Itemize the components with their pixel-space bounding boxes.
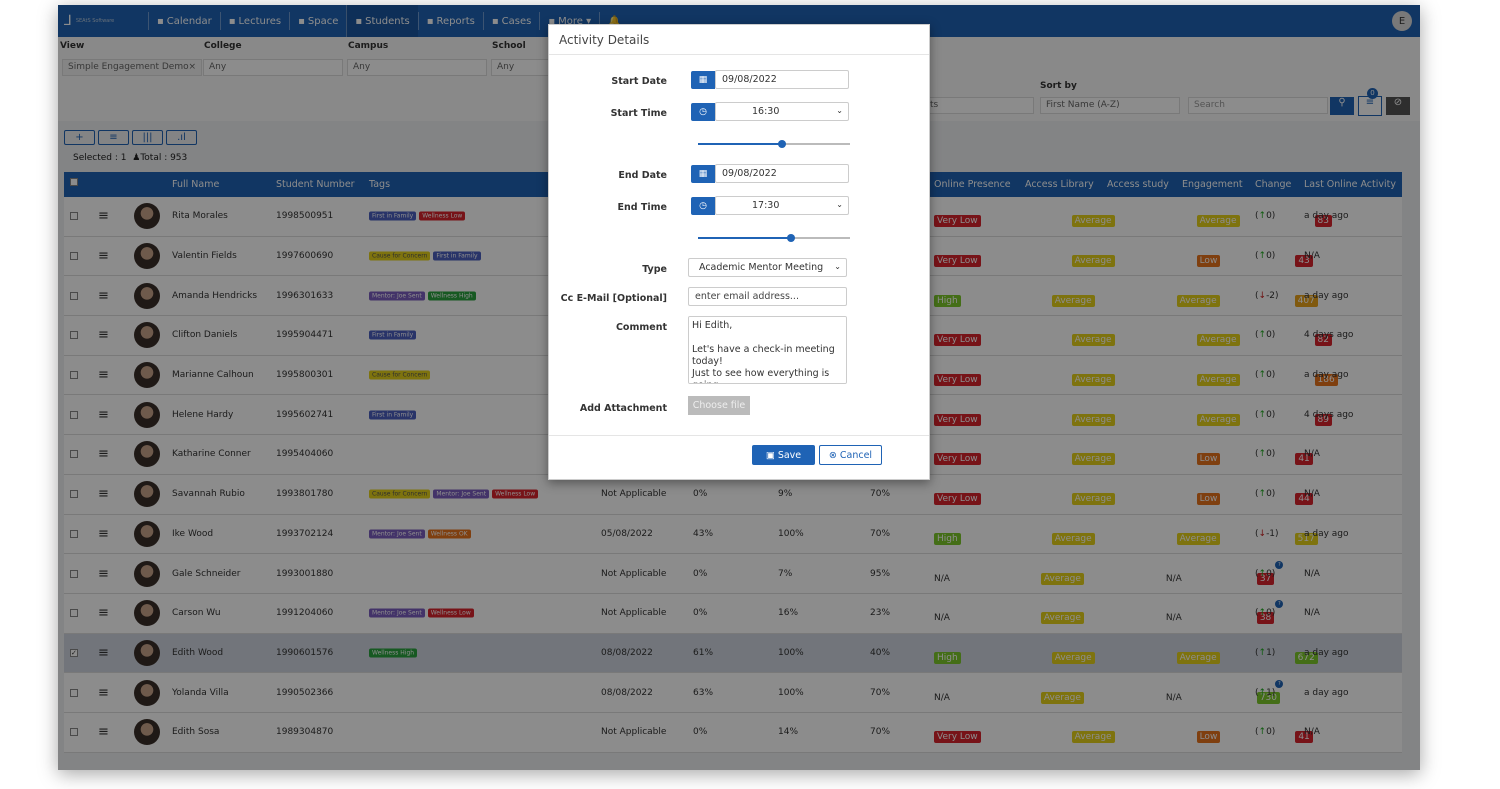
cancel-button[interactable]: ⊗ Cancel xyxy=(819,445,882,465)
start-date-input[interactable]: 09/08/2022 xyxy=(715,70,849,89)
save-icon: ▣ xyxy=(765,449,775,461)
cancel-circle-icon: ⊗ xyxy=(828,449,837,461)
chevron-down-icon: ⌄ xyxy=(836,106,843,115)
calendar-icon[interactable]: ▦ xyxy=(691,165,715,183)
end-date-label: End Date xyxy=(618,170,667,181)
slider-fill xyxy=(698,237,791,239)
comment-textarea[interactable]: Hi Edith, Let's have a check-in meeting … xyxy=(688,316,847,384)
start-date-label: Start Date xyxy=(611,76,667,87)
attachment-label: Add Attachment xyxy=(579,403,667,414)
slider-handle[interactable] xyxy=(786,234,795,242)
cc-email-input[interactable]: enter email address... xyxy=(688,287,847,306)
end-time-slider[interactable] xyxy=(698,234,850,242)
cc-email-label: Cc E-Mail [Optional] xyxy=(560,293,667,304)
end-time-label: End Time xyxy=(617,202,667,213)
end-time-select[interactable]: 17:30 ⌄ xyxy=(715,196,849,215)
clock-icon[interactable]: ◷ xyxy=(691,197,715,215)
start-time-value: 16:30 xyxy=(752,106,780,117)
slider-handle[interactable] xyxy=(777,140,786,148)
choose-file-button[interactable]: Choose file xyxy=(688,396,750,415)
cancel-label: Cancel xyxy=(839,449,873,461)
calendar-icon[interactable]: ▦ xyxy=(691,71,715,89)
comment-label: Comment xyxy=(615,322,667,333)
type-value: Academic Mentor Meeting xyxy=(699,262,824,273)
type-label: Type xyxy=(642,264,667,275)
save-label: Save xyxy=(777,449,802,461)
slider-fill xyxy=(698,143,782,145)
activity-details-modal: Activity Details Start Date ▦ 09/08/2022… xyxy=(548,24,930,480)
modal-footer-divider xyxy=(549,435,929,436)
end-time-value: 17:30 xyxy=(752,200,780,211)
type-select[interactable]: Academic Mentor Meeting ⌄ xyxy=(688,258,847,277)
start-time-slider[interactable] xyxy=(698,140,850,148)
chevron-down-icon: ⌄ xyxy=(836,200,843,209)
save-button[interactable]: ▣ Save xyxy=(752,445,815,465)
start-time-select[interactable]: 16:30 ⌄ xyxy=(715,102,849,121)
clock-icon[interactable]: ◷ xyxy=(691,103,715,121)
modal-title: Activity Details xyxy=(549,25,929,55)
chevron-down-icon: ⌄ xyxy=(834,262,841,271)
end-date-input[interactable]: 09/08/2022 xyxy=(715,164,849,183)
start-time-label: Start Time xyxy=(610,108,667,119)
